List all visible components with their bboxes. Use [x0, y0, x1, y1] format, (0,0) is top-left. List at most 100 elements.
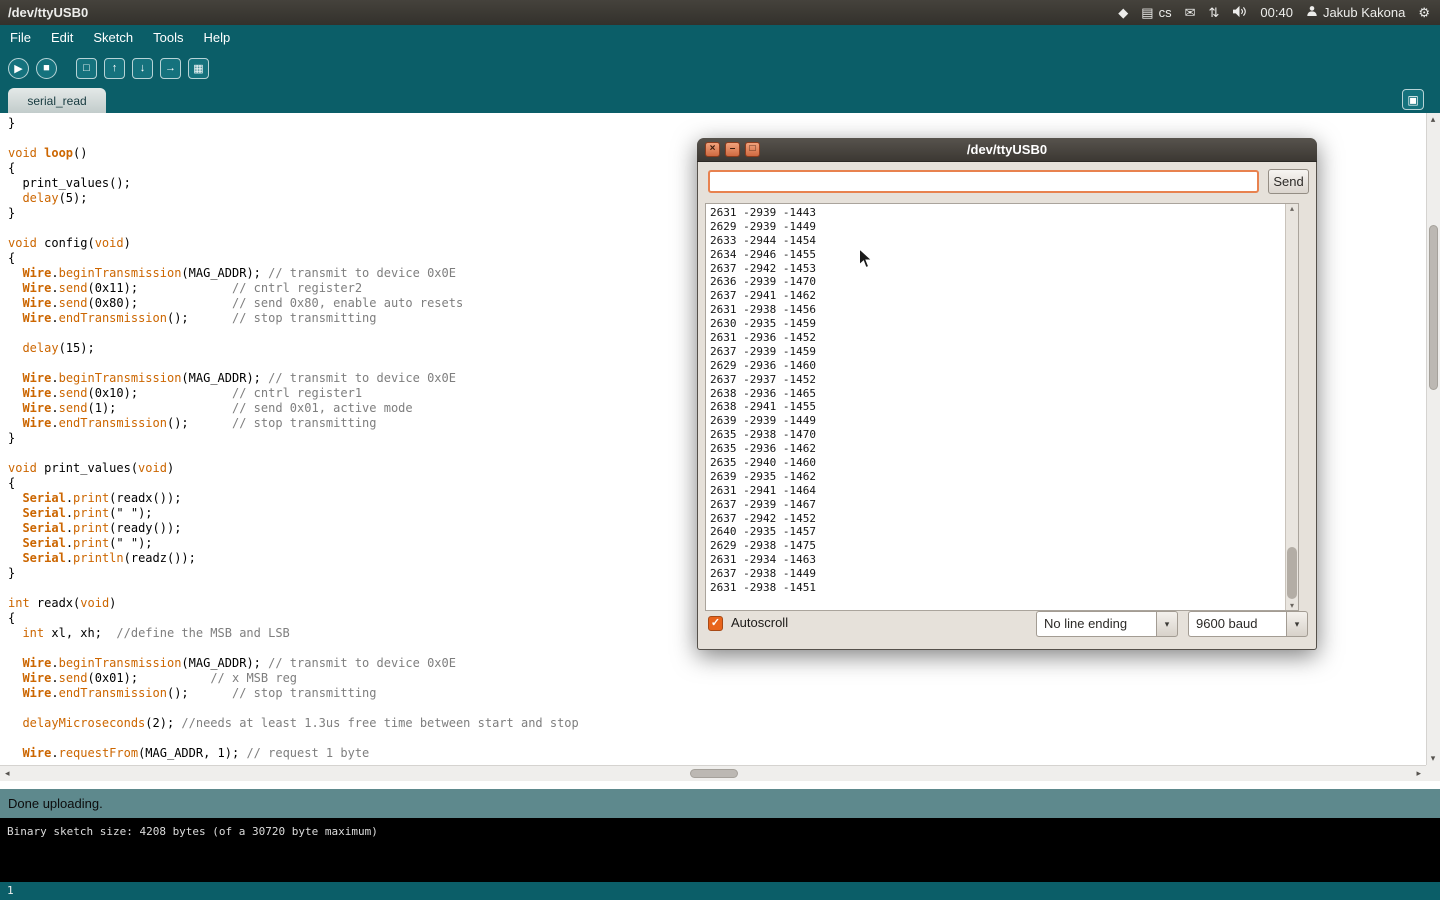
code-line: Wire.beginTransmission(MAG_ADDR); // tra…: [8, 656, 1426, 671]
horizontal-scrollbar-thumb[interactable]: [690, 769, 738, 778]
code-line: Wire.requestFrom(MAG_ADDR, 1); // reques…: [8, 746, 1426, 761]
indicator-icon[interactable]: ◆: [1118, 5, 1128, 21]
user-menu[interactable]: Jakub Kakona: [1306, 5, 1405, 20]
serial-line: 2637 -2942 -1452: [710, 512, 1285, 526]
serial-line: 2637 -2941 -1462: [710, 289, 1285, 303]
serial-monitor-window: /dev/ttyUSB0 ×–□ Send 2631 -2939 -144326…: [697, 138, 1317, 650]
serial-monitor-controls: ✓ Autoscroll No line ending ▾ 9600 baud …: [698, 611, 1316, 637]
serial-line: 2640 -2935 -1457: [710, 525, 1285, 539]
scroll-up-icon[interactable]: ▴: [1286, 204, 1298, 213]
serial-line: 2631 -2938 -1451: [710, 581, 1285, 595]
stop-icon: ■: [43, 62, 50, 74]
volume-icon[interactable]: [1232, 5, 1247, 21]
code-line: Wire.endTransmission(); // stop transmit…: [8, 686, 1426, 701]
serial-output-scrollbar[interactable]: ▴ ▾: [1285, 204, 1298, 610]
maximize-button[interactable]: □: [745, 142, 760, 157]
window-controls: ×–□: [705, 142, 760, 157]
panel-indicators: ◆ ▤ cs ✉ ⇅ 00:40 Jakub Kakona ⚙: [1118, 5, 1440, 21]
serial-line: 2637 -2939 -1459: [710, 345, 1285, 359]
scroll-left-icon[interactable]: ◂: [5, 768, 10, 779]
status-text: Done uploading.: [8, 796, 103, 811]
serial-output-lines: 2631 -2939 -14432629 -2939 -14492633 -29…: [706, 204, 1285, 610]
menu-tools[interactable]: Tools: [143, 30, 193, 45]
session-gear-icon[interactable]: ⚙: [1418, 5, 1430, 21]
code-line: }: [8, 116, 1426, 131]
serial-line: 2635 -2938 -1470: [710, 428, 1285, 442]
console-text: Binary sketch size: 4208 bytes (of a 307…: [7, 825, 1440, 838]
console-output: Binary sketch size: 4208 bytes (of a 307…: [0, 818, 1440, 882]
new-sketch-button[interactable]: □: [76, 58, 97, 79]
scroll-down-icon[interactable]: ▾: [1286, 601, 1298, 610]
serial-line: 2629 -2936 -1460: [710, 359, 1285, 373]
save-sketch-button[interactable]: ↓: [132, 58, 153, 79]
serial-line: 2631 -2939 -1443: [710, 206, 1285, 220]
serial-line: 2638 -2936 -1465: [710, 387, 1285, 401]
code-line: [8, 701, 1426, 716]
serial-line: 2637 -2938 -1449: [710, 567, 1285, 581]
serial-input[interactable]: [708, 170, 1259, 193]
vertical-scrollbar-thumb[interactable]: [1429, 225, 1438, 390]
serial-monitor-button[interactable]: ▦: [188, 58, 209, 79]
new-sketch-icon: □: [83, 62, 90, 74]
serial-line: 2631 -2934 -1463: [710, 553, 1285, 567]
status-bar: Done uploading.: [0, 789, 1440, 818]
close-button[interactable]: ×: [705, 142, 720, 157]
serial-line: 2636 -2939 -1470: [710, 275, 1285, 289]
serial-monitor-titlebar[interactable]: /dev/ttyUSB0 ×–□: [697, 138, 1317, 162]
open-sketch-button[interactable]: ↑: [104, 58, 125, 79]
serial-line: 2637 -2939 -1467: [710, 498, 1285, 512]
serial-line: 2630 -2935 -1459: [710, 317, 1285, 331]
keyboard-layout-label: cs: [1159, 5, 1172, 20]
menu-edit[interactable]: Edit: [41, 30, 83, 45]
serial-line: 2634 -2946 -1455: [710, 248, 1285, 262]
serial-line: 2638 -2941 -1455: [710, 400, 1285, 414]
code-line: delayMicroseconds(2); //needs at least 1…: [8, 716, 1426, 731]
scrollbar-corner: [1426, 765, 1440, 781]
serial-line: 2631 -2938 -1456: [710, 303, 1285, 317]
serial-output[interactable]: 2631 -2939 -14432629 -2939 -14492633 -29…: [705, 203, 1299, 611]
mail-icon[interactable]: ✉: [1185, 5, 1196, 21]
upload-icon: →: [165, 62, 176, 74]
save-sketch-icon: ↓: [140, 62, 146, 74]
tab-menu-button[interactable]: ▣: [1402, 89, 1424, 110]
serial-line: 2637 -2942 -1453: [710, 262, 1285, 276]
mouse-cursor: [858, 248, 873, 270]
clock[interactable]: 00:40: [1260, 5, 1293, 20]
serial-line: 2631 -2936 -1452: [710, 331, 1285, 345]
scroll-up-icon[interactable]: ▴: [1427, 114, 1439, 125]
menu-help[interactable]: Help: [193, 30, 240, 45]
line-number-bar: 1: [0, 882, 1440, 900]
upload-button[interactable]: →: [160, 58, 181, 79]
stop-button[interactable]: ■: [36, 58, 57, 79]
tab-serial-read[interactable]: serial_read: [8, 88, 106, 113]
toolbar: ▶ ■ □ ↑ ↓ → ▦: [0, 50, 1440, 86]
open-sketch-icon: ↑: [112, 62, 118, 74]
line-ending-select[interactable]: No line ending ▾: [1036, 611, 1178, 637]
editor-vertical-scrollbar[interactable]: ▴ ▾: [1426, 113, 1440, 765]
active-window-title: /dev/ttyUSB0: [0, 5, 88, 20]
scroll-right-icon[interactable]: ▸: [1416, 768, 1421, 779]
serial-monitor-icon: ▦: [193, 62, 203, 75]
tab-label: serial_read: [27, 94, 86, 108]
code-line: Wire.send(0x01); // x MSB reg: [8, 671, 1426, 686]
menu-bar: FileEditSketchToolsHelp: [0, 25, 1440, 50]
chevron-down-icon[interactable]: ▾: [1286, 611, 1308, 637]
editor-horizontal-scrollbar[interactable]: ◂ ▸: [0, 765, 1426, 781]
send-button[interactable]: Send: [1268, 169, 1309, 194]
serial-line: 2639 -2939 -1449: [710, 414, 1285, 428]
serial-line: 2633 -2944 -1454: [710, 234, 1285, 248]
baud-rate-select[interactable]: 9600 baud ▾: [1188, 611, 1308, 637]
menu-file[interactable]: File: [0, 30, 41, 45]
chevron-down-icon[interactable]: ▾: [1156, 611, 1178, 637]
menu-sketch[interactable]: Sketch: [83, 30, 143, 45]
top-panel: /dev/ttyUSB0 ◆ ▤ cs ✉ ⇅ 00:40 Jakub Kako…: [0, 0, 1440, 25]
verify-button[interactable]: ▶: [8, 58, 29, 79]
autoscroll-checkbox[interactable]: ✓: [708, 616, 723, 631]
network-icon[interactable]: ⇅: [1208, 5, 1219, 21]
keyboard-indicator[interactable]: ▤ cs: [1141, 5, 1171, 21]
check-icon: ✓: [711, 617, 720, 629]
user-name: Jakub Kakona: [1323, 5, 1405, 20]
serial-scrollbar-thumb[interactable]: [1287, 547, 1297, 599]
scroll-down-icon[interactable]: ▾: [1427, 753, 1439, 764]
minimize-button[interactable]: –: [725, 142, 740, 157]
